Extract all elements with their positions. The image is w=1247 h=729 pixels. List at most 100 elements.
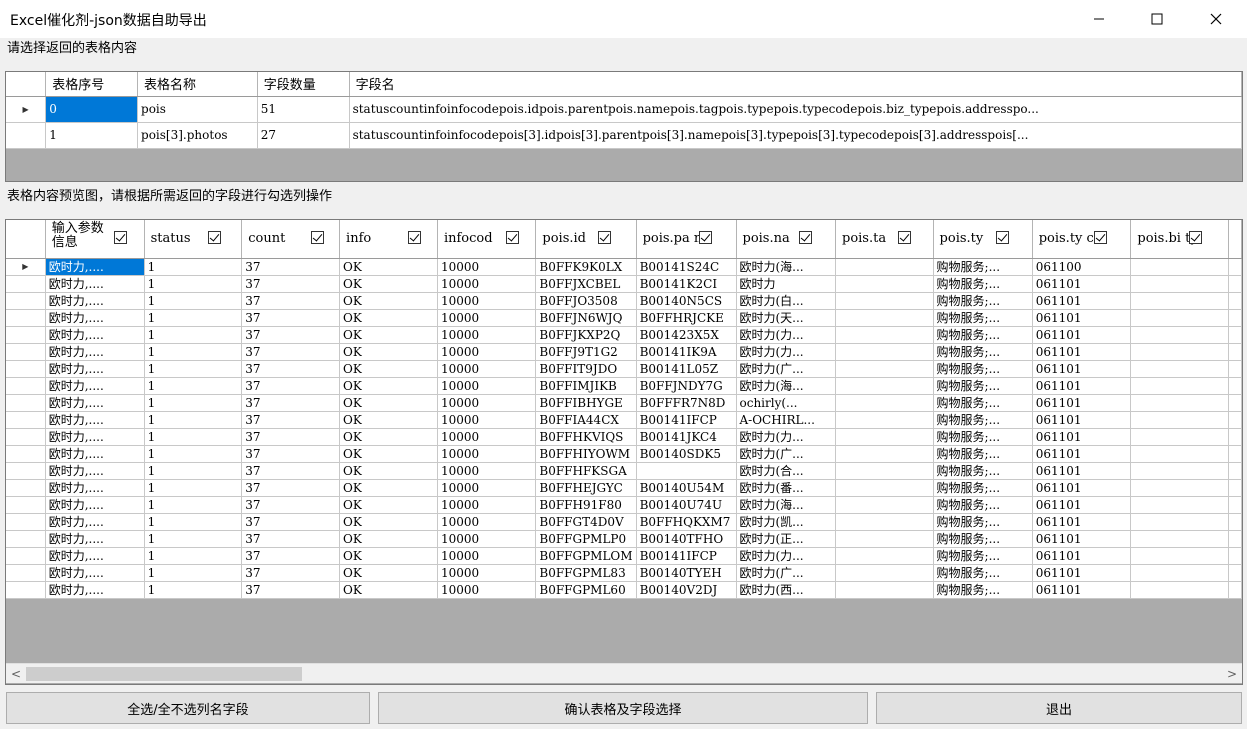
row-header[interactable] [6, 479, 46, 497]
table-cell[interactable]: 061100 [1032, 258, 1132, 276]
column-header[interactable]: pois.pa nt [636, 220, 737, 259]
table-cell[interactable] [835, 428, 934, 446]
table-row[interactable]: 欧时力,.... 1 37 OK 10000 B0FFIMJIKB B0FFJNDY7G 欧时… [6, 377, 1242, 395]
table-cell[interactable]: 1 [144, 581, 243, 599]
table-cell[interactable]: 1 [144, 411, 243, 429]
table-cell[interactable]: 购物服务;... [933, 547, 1033, 565]
table-cell[interactable]: 购物服务;... [933, 309, 1033, 327]
table-cell[interactable]: B0FFJ9T1G2 [535, 343, 637, 361]
table-cell[interactable]: 欧时力,.... [45, 377, 145, 395]
table-cell[interactable] [835, 394, 934, 412]
table-cell[interactable]: 37 [241, 496, 341, 514]
table-cell[interactable]: 10000 [437, 411, 537, 429]
minimize-button[interactable] [1070, 0, 1128, 38]
row-header[interactable] [6, 411, 46, 429]
table-cell[interactable]: B0FFGT4D0V [535, 513, 637, 531]
table-cell[interactable]: 欧时力 [736, 275, 836, 293]
table-cell[interactable] [1130, 479, 1229, 497]
table-cell[interactable]: 10000 [437, 326, 537, 344]
table-cell[interactable]: 10000 [437, 547, 537, 565]
table-cell[interactable]: OK [339, 258, 438, 276]
table-cell[interactable]: 欧时力,.... [45, 309, 145, 327]
table-cell[interactable]: 欧时力,.... [45, 530, 145, 548]
table-cell[interactable]: 1 [144, 309, 243, 327]
table-cell[interactable]: 购物服务;... [933, 428, 1033, 446]
table-cell[interactable]: B0FFHKVIQS [535, 428, 637, 446]
table-cell[interactable]: 061101 [1032, 564, 1132, 582]
horizontal-scrollbar[interactable]: < > [6, 663, 1242, 683]
table-cell[interactable]: B0FFIMJIKB [535, 377, 637, 395]
current-row-indicator-icon[interactable]: ▶ [6, 96, 47, 123]
table-cell[interactable]: 37 [241, 275, 341, 293]
table-cell[interactable] [1228, 326, 1242, 344]
table-row[interactable]: 欧时力,.... 1 37 OK 10000 B0FFJO3508 B00140N5CS 欧时… [6, 292, 1242, 310]
table-row[interactable]: 欧时力,.... 1 37 OK 10000 B0FFHEJGYC B00140U54M 欧时… [6, 479, 1242, 497]
table-cell[interactable]: OK [339, 411, 438, 429]
table-cell[interactable]: 欧时力(力... [736, 343, 836, 361]
table-cell[interactable]: 欧时力,.... [45, 496, 145, 514]
table-cell[interactable] [835, 275, 934, 293]
table-cell[interactable]: 欧时力(白... [736, 292, 836, 310]
table-cell[interactable] [835, 547, 934, 565]
col-header[interactable]: 表格序号 [45, 72, 139, 97]
table-cell[interactable] [1228, 496, 1242, 514]
table-cell[interactable]: 欧时力,.... [45, 445, 145, 463]
row-header[interactable] [6, 462, 46, 480]
table-cell[interactable]: B0FFJO3508 [535, 292, 637, 310]
table-cell[interactable]: B0FFIT9JDO [535, 360, 637, 378]
table-cell[interactable]: OK [339, 360, 438, 378]
table-row[interactable]: 欧时力,.... 1 37 OK 10000 B0FFHKVIQS B00141JKC4 欧时… [6, 428, 1242, 446]
table-cell[interactable]: 10000 [437, 496, 537, 514]
table-cell[interactable] [835, 326, 934, 344]
col-header[interactable]: 字段名 [349, 72, 1242, 97]
table-cell[interactable]: 购物服务;... [933, 275, 1033, 293]
table-cell[interactable] [1130, 292, 1229, 310]
table-row[interactable]: 欧时力,.... 1 37 OK 10000 B0FFIBHYGE B0FFFR7N8D oc… [6, 394, 1242, 412]
table-cell[interactable]: 37 [241, 377, 341, 395]
table-cell[interactable] [835, 343, 934, 361]
row-header[interactable] [6, 292, 46, 310]
table-cell[interactable]: 欧时力(天... [736, 309, 836, 327]
table-cell[interactable]: 061101 [1032, 292, 1132, 310]
table-cell[interactable]: 购物服务;... [933, 326, 1033, 344]
table-cell[interactable]: B00141K2CI [636, 275, 737, 293]
column-checkbox[interactable] [798, 231, 812, 245]
table-cell[interactable]: 1 [144, 496, 243, 514]
table-cell[interactable]: B00141IFCP [636, 411, 737, 429]
table-cell[interactable]: OK [339, 530, 438, 548]
table-cell[interactable]: 欧时力,.... [45, 360, 145, 378]
table-cell[interactable]: 欧时力,.... [45, 258, 145, 276]
table-cell[interactable] [1130, 547, 1229, 565]
table-cell[interactable]: OK [339, 479, 438, 497]
column-header[interactable]: pois.na [736, 220, 836, 259]
table-cell[interactable]: 欧时力(海... [736, 496, 836, 514]
table-cell[interactable] [835, 513, 934, 531]
table-cell[interactable]: statuscountinfoinfocodepois[3].idpois[3]… [349, 122, 1242, 149]
table-row[interactable]: 欧时力,.... 1 37 OK 10000 B0FFJ9T1G2 B00141IK9A 欧时… [6, 343, 1242, 361]
table-cell[interactable]: 37 [241, 411, 341, 429]
table-cell[interactable]: 欧时力,.... [45, 394, 145, 412]
column-checkbox[interactable] [505, 231, 519, 245]
table-cell[interactable]: B00141IFCP [636, 547, 737, 565]
table-cell[interactable] [1130, 496, 1229, 514]
table-cell[interactable]: 欧时力,.... [45, 275, 145, 293]
table-cell[interactable]: 10000 [437, 581, 537, 599]
table-cell[interactable] [1130, 428, 1229, 446]
table-cell[interactable] [1130, 309, 1229, 327]
table-cell[interactable] [835, 564, 934, 582]
col-header[interactable]: 字段数量 [257, 72, 350, 97]
table-cell[interactable]: B00140TYEH [636, 564, 737, 582]
table-cell[interactable]: B001423X5X [636, 326, 737, 344]
row-header[interactable] [6, 547, 46, 565]
table-cell[interactable] [835, 411, 934, 429]
table-cell[interactable]: A-OCHIRL... [736, 411, 836, 429]
table-cell[interactable]: OK [339, 496, 438, 514]
column-checkbox[interactable] [311, 231, 325, 245]
close-button[interactable] [1187, 0, 1245, 38]
table-cell[interactable]: pois[3].photos [137, 122, 258, 149]
table-row[interactable]: 欧时力,.... 1 37 OK 10000 B0FFJXCBEL B00141K2CI 欧时… [6, 275, 1242, 293]
table-cell[interactable] [1228, 394, 1242, 412]
table-cell[interactable]: B0FFJXCBEL [535, 275, 637, 293]
table-cell[interactable]: 购物服务;... [933, 394, 1033, 412]
table-cell[interactable]: B0FFGPML60 [535, 581, 637, 599]
